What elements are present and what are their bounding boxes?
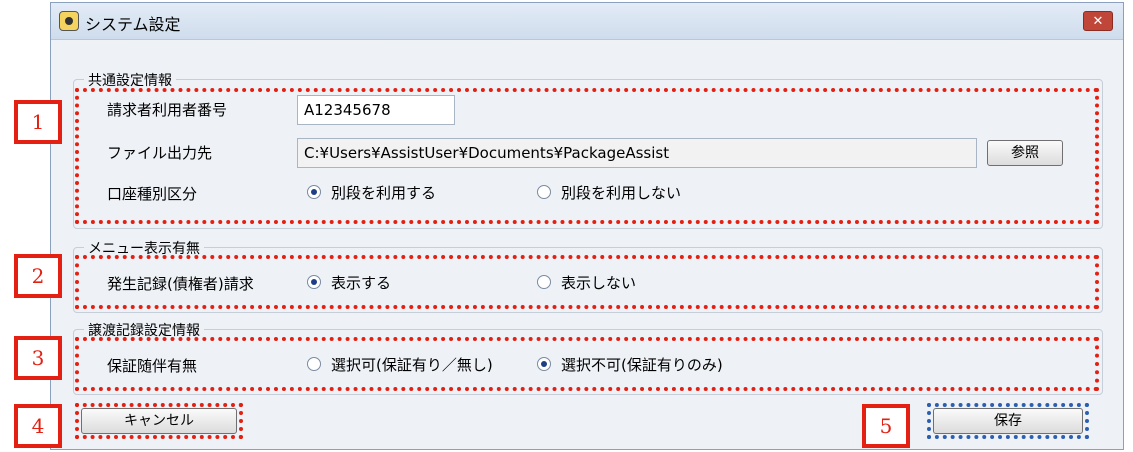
account-type-label: 口座種別区分 bbox=[107, 185, 198, 203]
requester-id-input[interactable]: A12345678 bbox=[297, 95, 455, 125]
marker-4: 4 bbox=[14, 404, 62, 448]
radio-unchecked-icon bbox=[307, 357, 321, 371]
radio-fixed[interactable]: 選択不可(保証有りのみ) bbox=[537, 352, 723, 376]
claim-label: 発生記録(債権者)請求 bbox=[107, 275, 254, 293]
radio-checked-icon bbox=[307, 275, 321, 289]
requester-id-label: 請求者利用者番号 bbox=[107, 101, 228, 119]
radio-not-use-separate[interactable]: 別段を利用しない bbox=[537, 180, 681, 204]
marker-2: 2 bbox=[14, 254, 62, 298]
radio-hide[interactable]: 表示しない bbox=[537, 270, 636, 294]
radio-use-separate-label: 別段を利用する bbox=[331, 183, 437, 202]
marker-1: 1 bbox=[14, 100, 62, 144]
output-folder-field[interactable]: C:¥Users¥AssistUser¥Documents¥PackageAss… bbox=[297, 138, 977, 168]
radio-selectable-label: 選択可(保証有り／無し) bbox=[331, 355, 493, 374]
radio-hide-label: 表示しない bbox=[561, 273, 637, 292]
common-settings-title: 共通設定情報 bbox=[84, 70, 176, 90]
browse-button[interactable]: 参照 bbox=[987, 140, 1063, 166]
guarantee-label: 保証随伴有無 bbox=[107, 357, 198, 375]
marker-3: 3 bbox=[14, 336, 62, 380]
radio-show[interactable]: 表示する bbox=[307, 270, 391, 294]
cancel-button[interactable]: キャンセル bbox=[81, 408, 237, 434]
radio-fixed-label: 選択不可(保証有りのみ) bbox=[561, 355, 723, 374]
app-icon bbox=[59, 11, 79, 31]
radio-show-label: 表示する bbox=[331, 273, 392, 292]
system-settings-window: システム設定 ✕ 共通設定情報 請求者利用者番号 A12345678 ファイル出… bbox=[50, 2, 1124, 450]
radio-checked-icon bbox=[537, 357, 551, 371]
window-title: システム設定 bbox=[85, 15, 181, 34]
radio-unchecked-icon bbox=[537, 275, 551, 289]
marker-5: 5 bbox=[862, 404, 910, 448]
close-button[interactable]: ✕ bbox=[1083, 11, 1113, 31]
radio-unchecked-icon bbox=[537, 185, 551, 199]
output-folder-label: ファイル出力先 bbox=[107, 144, 213, 162]
radio-not-use-separate-label: 別段を利用しない bbox=[561, 183, 682, 202]
title-bar: システム設定 ✕ bbox=[51, 3, 1123, 40]
radio-selectable[interactable]: 選択可(保証有り／無し) bbox=[307, 352, 493, 376]
save-button[interactable]: 保存 bbox=[933, 408, 1083, 434]
radio-use-separate[interactable]: 別段を利用する bbox=[307, 180, 436, 204]
radio-checked-icon bbox=[307, 185, 321, 199]
